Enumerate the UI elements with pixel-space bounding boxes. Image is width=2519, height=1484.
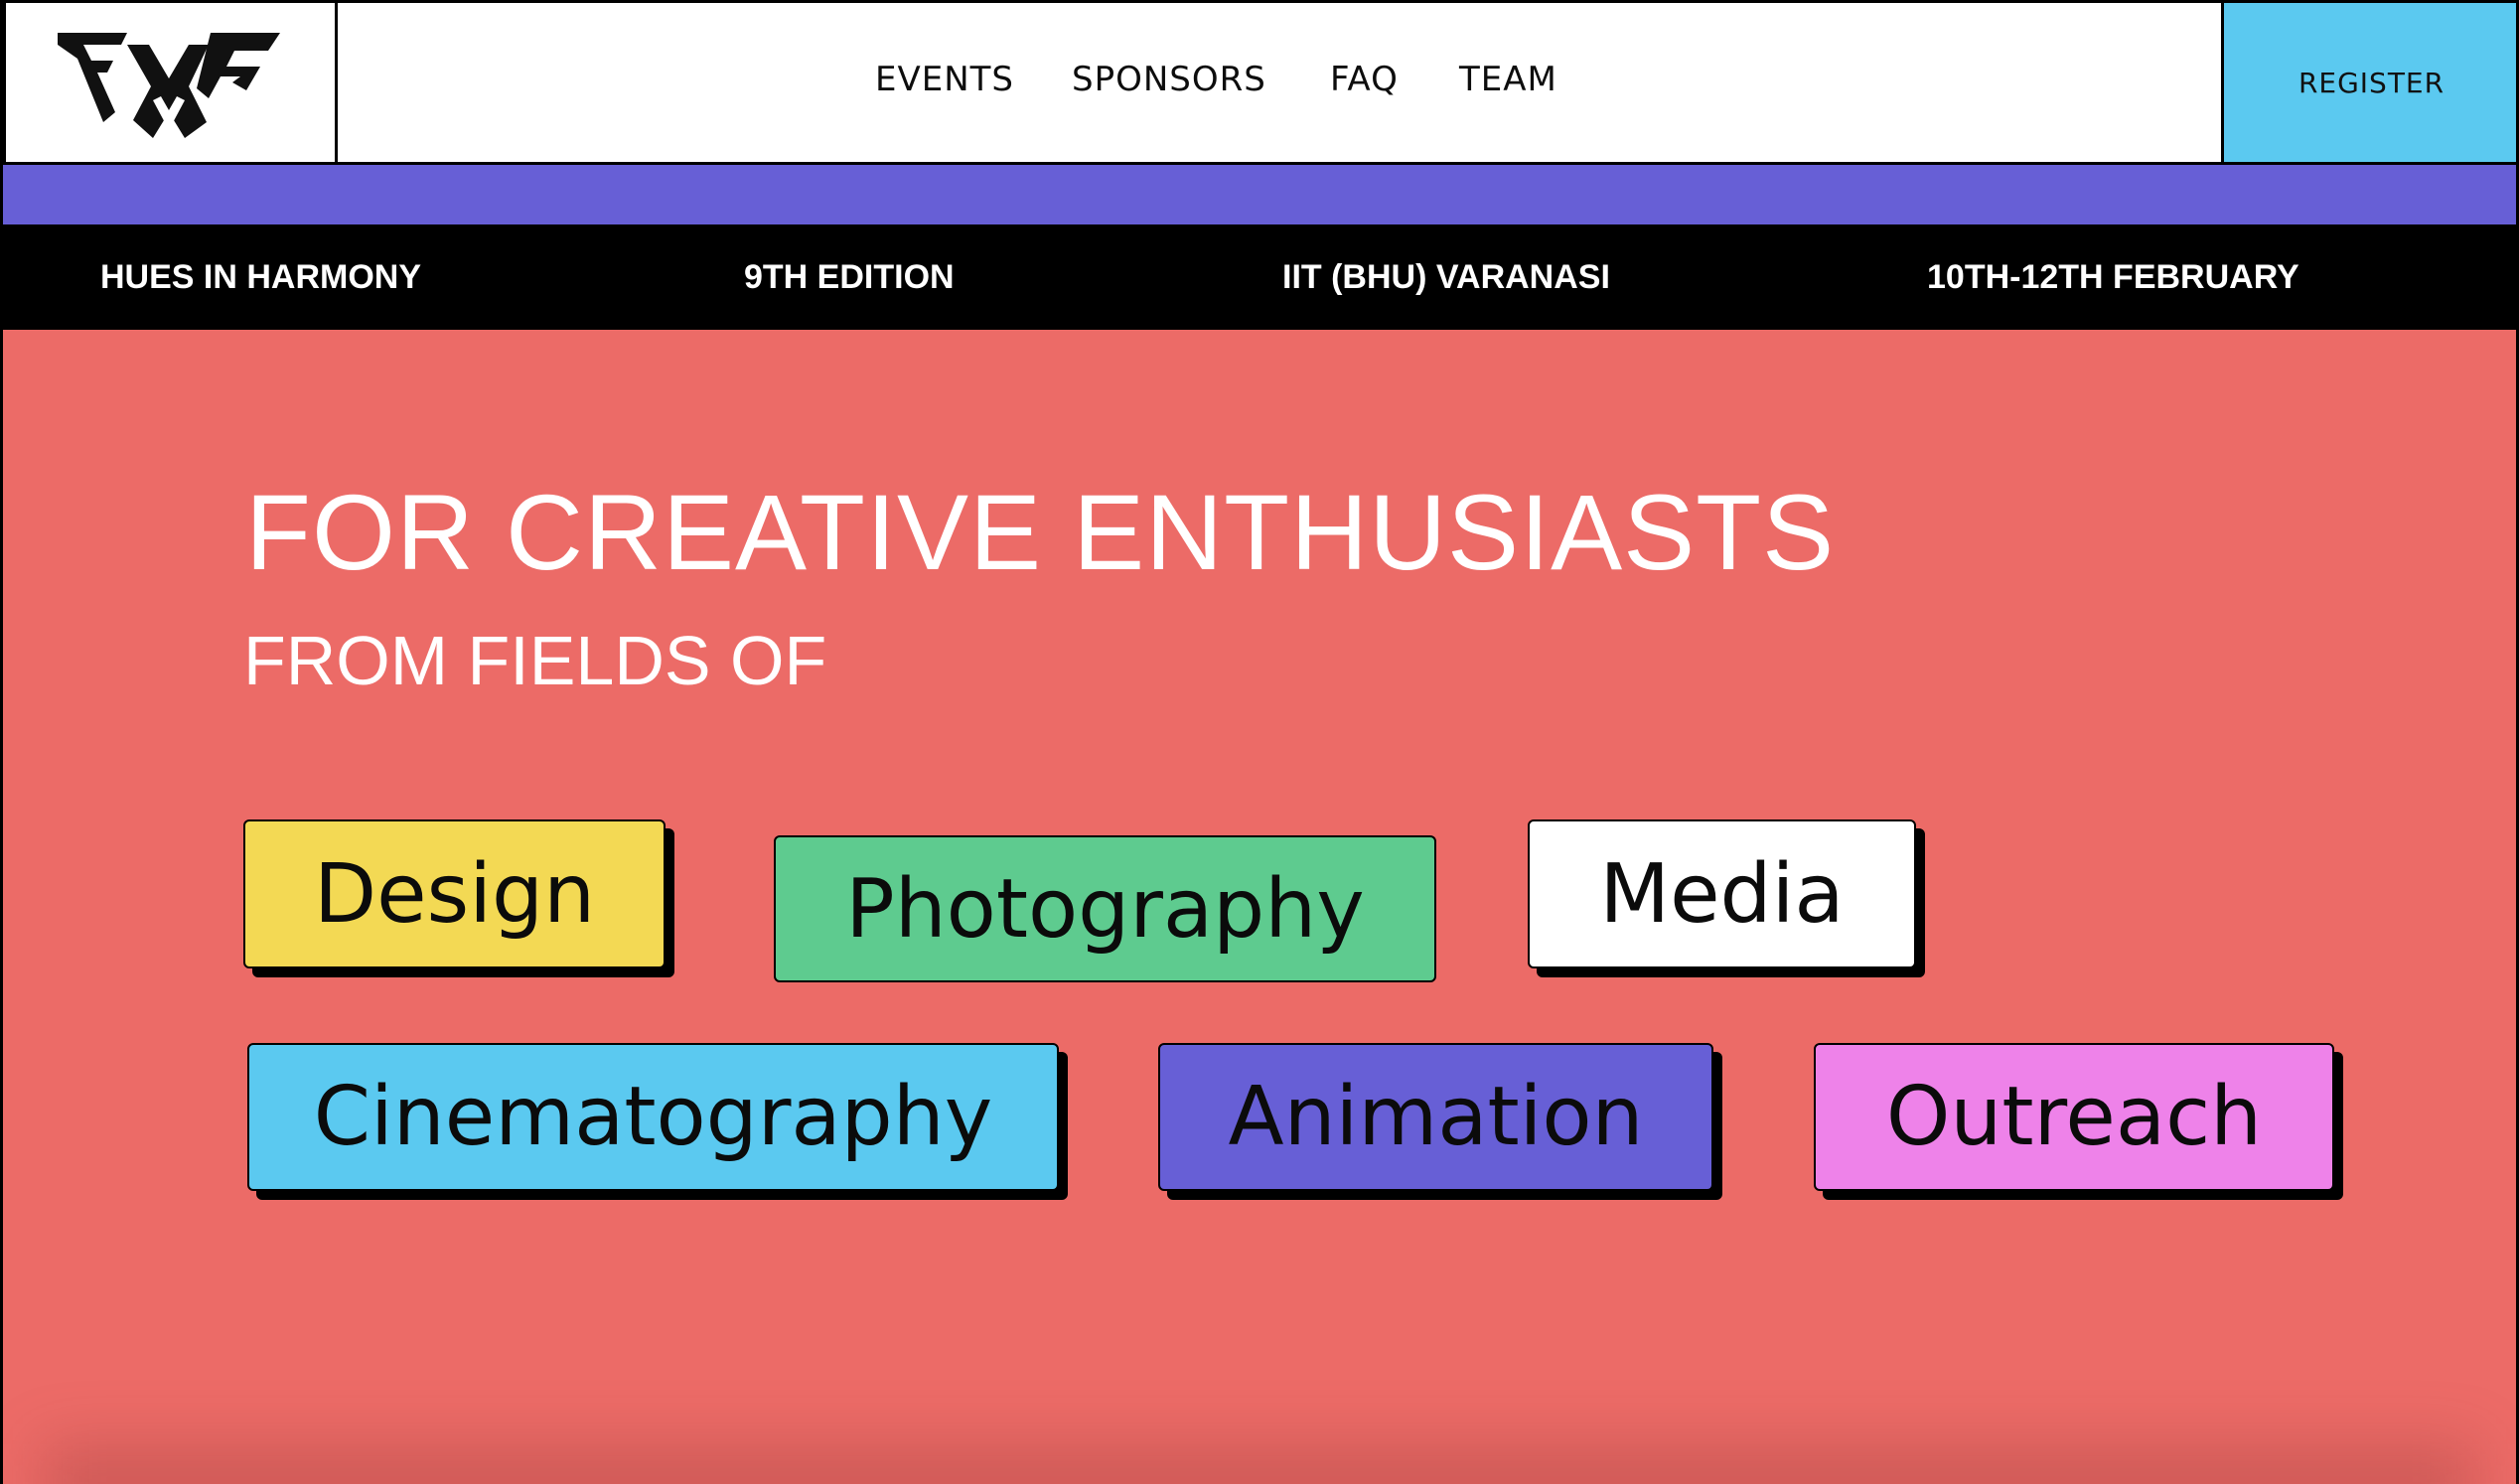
accent-band [3, 165, 2516, 224]
nav-sponsors[interactable]: SPONSORS [1072, 60, 1266, 99]
tag-outreach[interactable]: Outreach [1814, 1043, 2334, 1191]
ticker-edition: 9TH EDITION [744, 258, 955, 296]
nav-team[interactable]: TEAM [1459, 60, 1557, 99]
logo-link[interactable] [6, 3, 338, 162]
ticker-theme: HUES IN HARMONY [100, 258, 422, 296]
main-nav: EVENTS SPONSORS FAQ TEAM [338, 3, 2225, 162]
hero-title: FOR CREATIVE ENTHUSIASTS [245, 472, 1836, 592]
site-header: EVENTS SPONSORS FAQ TEAM REGISTER [3, 0, 2516, 165]
bottom-shadow [43, 1444, 2476, 1484]
ticker-dates: 10TH-12TH FEBRUARY [1927, 258, 2299, 296]
hero-subtitle: FROM FIELDS OF [243, 622, 827, 699]
page: EVENTS SPONSORS FAQ TEAM REGISTER HUES I… [0, 0, 2519, 1484]
ticker-venue: IIT (BHU) VARANASI [1282, 258, 1610, 296]
tag-design[interactable]: Design [243, 819, 666, 968]
nav-events[interactable]: EVENTS [875, 60, 1014, 99]
tag-animation[interactable]: Animation [1158, 1043, 1713, 1191]
tag-photography[interactable]: Photography [774, 835, 1436, 982]
info-ticker: HUES IN HARMONY 9TH EDITION IIT (BHU) VA… [3, 224, 2516, 330]
register-button[interactable]: REGISTER [2221, 3, 2516, 162]
tag-media[interactable]: Media [1528, 819, 1916, 968]
fmc-logo-icon [58, 33, 280, 138]
nav-faq[interactable]: FAQ [1330, 60, 1399, 99]
tag-cinematography[interactable]: Cinematography [247, 1043, 1059, 1191]
